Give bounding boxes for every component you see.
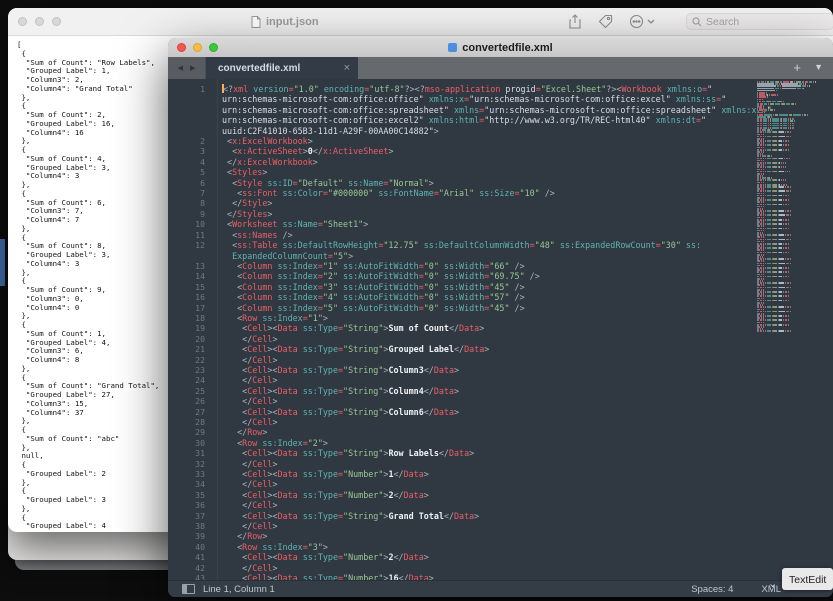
nav-forward-icon[interactable]: ▶: [190, 64, 195, 72]
code-row: </Style>: [222, 198, 753, 208]
code-row: urn:schemas-microsoft-com:office:excel2"…: [222, 115, 753, 125]
code-row: <Worksheet ss:Name="Sheet1">: [222, 219, 753, 229]
window-title: input.json: [266, 16, 319, 28]
code-row: <Cell><Data ss:Type="String">Column3</Da…: [222, 365, 753, 375]
minimap[interactable]: [757, 81, 827, 333]
code-row: </Cell>: [222, 459, 753, 469]
code-row: uuid:C2F41010-65B3-11d1-A29F-00AA00C1488…: [222, 126, 753, 136]
code-row: <Row ss:Index="3">: [222, 542, 753, 552]
editor-titlebar[interactable]: convertedfile.xml: [168, 38, 833, 58]
code-row: </Cell>: [222, 563, 753, 573]
spaces-indicator[interactable]: Spaces: 4: [691, 584, 733, 595]
dock-tooltip-group: ⌄ TextEdit: [768, 568, 833, 590]
code-row: <ss:Table ss:DefaultRowHeight="12.75" ss…: [222, 240, 753, 250]
dock-tooltip-label: TextEdit: [789, 574, 826, 586]
code-row: <Cell><Data ss:Type="String">Sum of Coun…: [222, 323, 753, 333]
code-row: <x:ExcelWorkbook>: [222, 136, 753, 146]
code-row: </Row>: [222, 531, 753, 541]
more-actions-icon[interactable]: [629, 14, 655, 29]
search-placeholder: Search: [706, 16, 739, 28]
code-row: urn:schemas-microsoft-com:office:spreads…: [222, 105, 753, 115]
tab-overflow-button[interactable]: ▼: [814, 62, 823, 72]
code-row: </Cell>: [222, 417, 753, 427]
window-title: convertedfile.xml: [462, 42, 552, 54]
code-row: <Cell><Data ss:Type="String">Column6</Da…: [222, 407, 753, 417]
code-row: </Cell>: [222, 521, 753, 531]
minimize-button[interactable]: [35, 17, 44, 26]
code-row: <Column ss:Index="3" ss:AutoFitWidth="0"…: [222, 282, 753, 292]
code-area[interactable]: <?xml version="1.0" encoding="utf-8"?><?…: [222, 79, 753, 581]
code-row: urn:schemas-microsoft-com:office:office"…: [222, 94, 753, 104]
editor-body: 1234567891011121314151617181920212223242…: [168, 79, 833, 581]
tag-icon[interactable]: [598, 14, 613, 29]
search-icon: [692, 17, 702, 27]
traffic-lights: [18, 17, 61, 26]
nav-back-icon[interactable]: ◀: [178, 64, 183, 72]
cursor-position: Line 1, Column 1: [203, 584, 275, 595]
document-proxy-icon: [448, 43, 457, 52]
code-row: <Cell><Data ss:Type="Number">2</Data>: [222, 490, 753, 500]
code-row: <Cell><Data ss:Type="String">Grand Total…: [222, 511, 753, 521]
code-row: </x:ExcelWorkbook>: [222, 157, 753, 167]
chevron-down-icon: ⌄: [768, 577, 777, 590]
code-row: <Cell><Data ss:Type="Number">1</Data>: [222, 469, 753, 479]
line-number-gutter: 1234567891011121314151617181920212223242…: [168, 79, 218, 581]
tab-convertedfile[interactable]: convertedfile.xml ×: [206, 57, 358, 79]
code-row: </Cell>: [222, 355, 753, 365]
code-row: </Cell>: [222, 334, 753, 344]
code-row: ExpandedColumnCount="5">: [222, 251, 753, 261]
code-row: <Styles>: [222, 167, 753, 177]
tab-label: convertedfile.xml: [218, 63, 338, 74]
code-row: </Cell>: [222, 375, 753, 385]
code-row: <Style ss:ID="Default" ss:Name="Normal">: [222, 178, 753, 188]
tab-close-icon[interactable]: ×: [344, 62, 350, 74]
share-icon[interactable]: [568, 14, 582, 29]
code-row: <ss:Font ss:Color="#000000" ss:FontName=…: [222, 188, 753, 198]
panel-toggle-icon[interactable]: [182, 584, 195, 594]
code-row: <Row ss:Index="1">: [222, 313, 753, 323]
code-row: <Cell><Data ss:Type="Number">2</Data>: [222, 552, 753, 562]
textedit-titlebar[interactable]: input.json Search: [8, 8, 833, 36]
code-row: </Cell>: [222, 479, 753, 489]
code-row: <Column ss:Index="2" ss:AutoFitWidth="0"…: [222, 271, 753, 281]
code-row: <Row ss:Index="2">: [222, 438, 753, 448]
minimap-row: [757, 330, 827, 332]
tab-nav: ◀ ▶: [168, 57, 206, 79]
dock-tooltip: TextEdit: [782, 568, 833, 590]
code-row: <Column ss:Index="5" ss:AutoFitWidth="0"…: [222, 303, 753, 313]
toolbar-actions: [568, 8, 655, 35]
code-row: </Cell>: [222, 500, 753, 510]
code-row: <ss:Names />: [222, 230, 753, 240]
code-row: <Cell><Data ss:Type="String">Column4</Da…: [222, 386, 753, 396]
window-title-group: convertedfile.xml: [168, 38, 833, 57]
new-tab-button[interactable]: +: [793, 60, 801, 75]
window-title-group: input.json: [251, 8, 319, 35]
code-row: </Cell>: [222, 396, 753, 406]
close-button[interactable]: [18, 17, 27, 26]
code-row: <x:ActiveSheet>0</x:ActiveSheet>: [222, 146, 753, 156]
code-row: <Cell><Data ss:Type="String">Grouped Lab…: [222, 344, 753, 354]
code-row: <Cell><Data ss:Type="String">Row Labels<…: [222, 448, 753, 458]
search-field[interactable]: Search: [686, 13, 833, 30]
code-row: <Column ss:Index="4" ss:AutoFitWidth="0"…: [222, 292, 753, 302]
tab-bar: ◀ ▶ convertedfile.xml × + ▼: [168, 57, 833, 79]
code-row: <?xml version="1.0" encoding="utf-8"?><?…: [222, 84, 753, 94]
editor-window: convertedfile.xml ◀ ▶ convertedfile.xml …: [168, 38, 833, 597]
status-bar: Line 1, Column 1 Spaces: 4 XML: [168, 580, 833, 597]
code-row: <Column ss:Index="1" ss:AutoFitWidth="0"…: [222, 261, 753, 271]
background-window-edge: [0, 239, 5, 286]
code-row: </Row>: [222, 427, 753, 437]
code-row: </Styles>: [222, 209, 753, 219]
document-proxy-icon: [251, 16, 261, 28]
zoom-button[interactable]: [52, 17, 61, 26]
